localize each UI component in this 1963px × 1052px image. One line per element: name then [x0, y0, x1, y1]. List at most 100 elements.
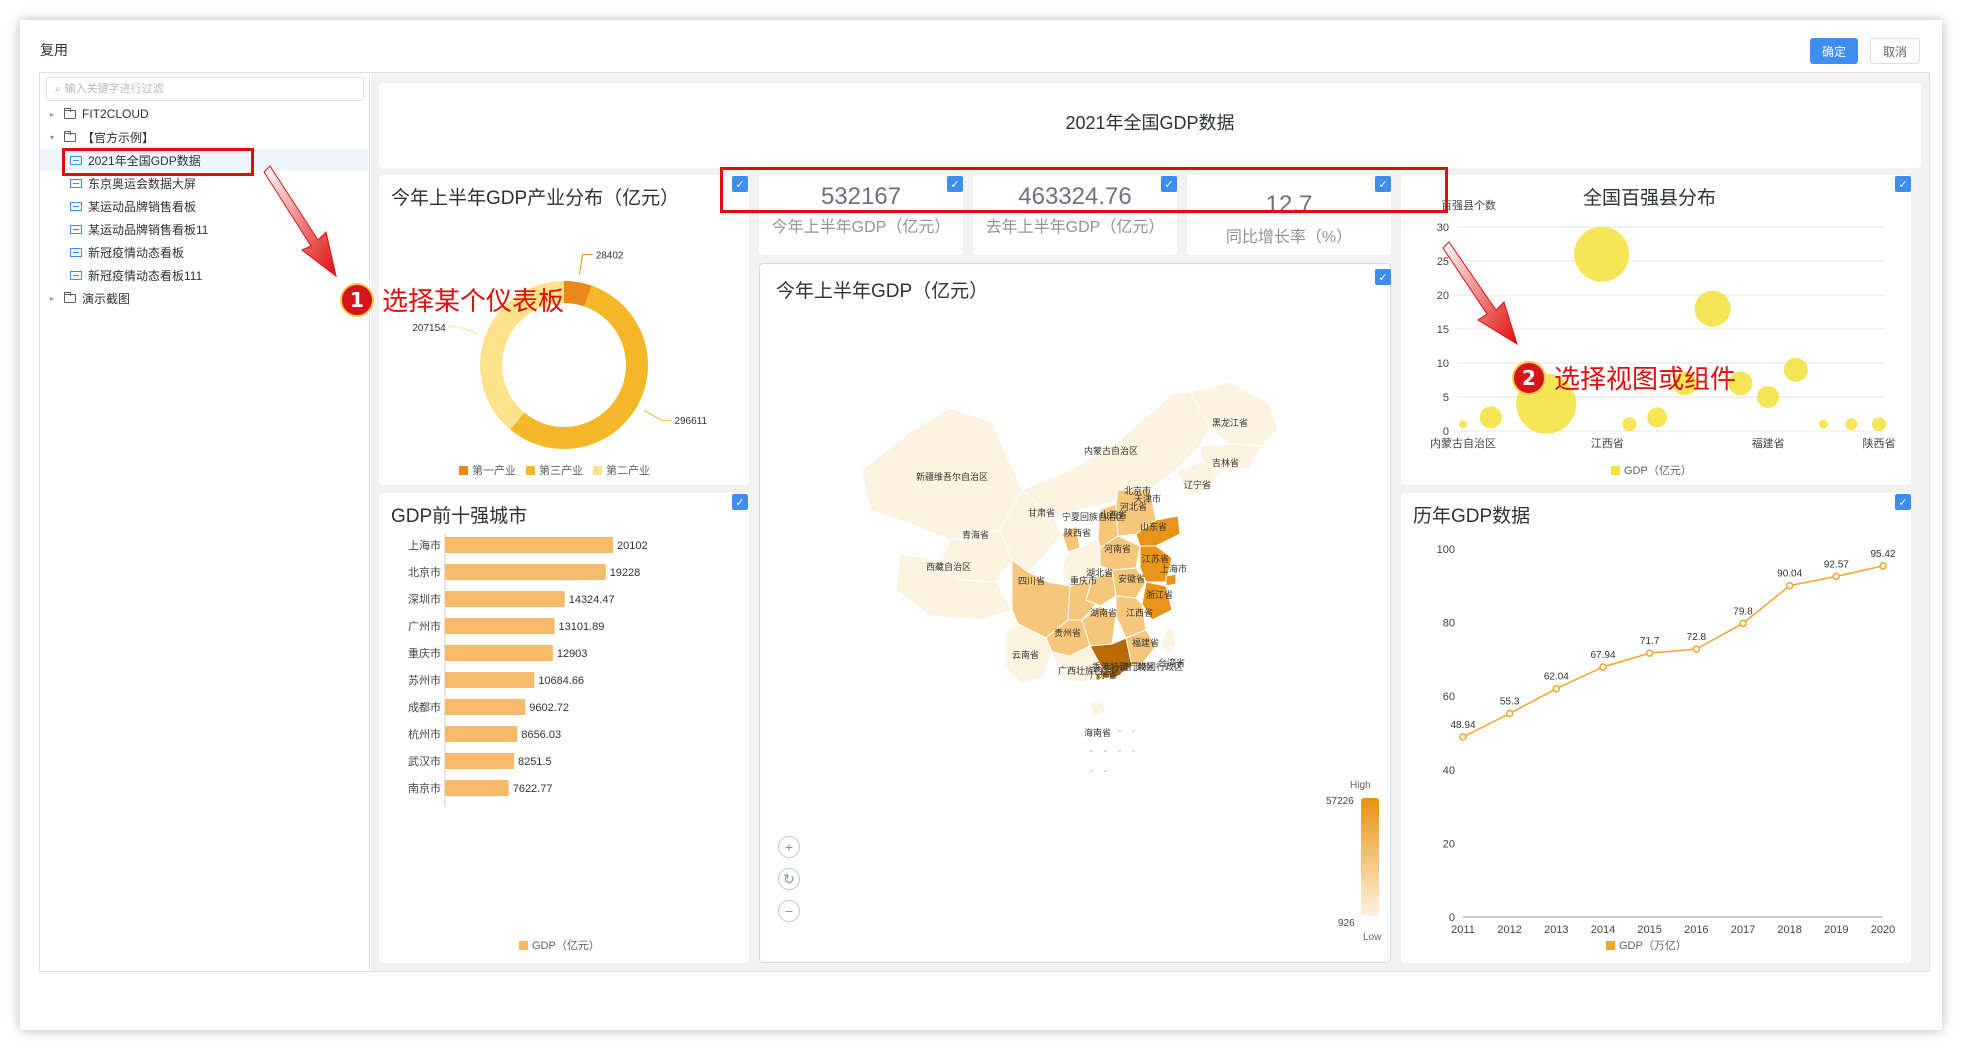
- bar: [445, 564, 606, 580]
- tree-folder[interactable]: ▸ 演示截图: [40, 287, 368, 309]
- x-tick-label: 江西省: [1591, 437, 1624, 450]
- chevron-right-icon[interactable]: ▸: [46, 294, 58, 303]
- dashboard-icon: [70, 270, 82, 280]
- bar-value-label: 19228: [610, 567, 641, 579]
- select-checkbox-icon[interactable]: ✓: [1375, 269, 1391, 285]
- dashboard-title-card[interactable]: 2021年全国GDP数据: [379, 83, 1921, 168]
- bar-value-label: 12903: [557, 648, 588, 660]
- line-value-label: 72.8: [1687, 632, 1707, 643]
- kpi-label: 今年上半年GDP（亿元）: [771, 219, 951, 236]
- dialog-title: 复用: [40, 42, 68, 58]
- tree-search-box[interactable]: ⌕: [46, 77, 364, 101]
- tree-item-label: 新冠疫情动态看板: [88, 245, 185, 260]
- line-point: [1505, 709, 1514, 718]
- cancel-button[interactable]: 取消: [1870, 38, 1920, 64]
- bar: [445, 672, 535, 688]
- tree-item-label: 东京奥运会数据大屏: [88, 176, 197, 191]
- map-region-label: 江西省: [1126, 607, 1153, 618]
- legend-swatch: [526, 465, 535, 475]
- line-value-label: 67.94: [1590, 650, 1615, 661]
- select-checkbox-icon[interactable]: ✓: [1895, 176, 1911, 192]
- map-region-label: 浙江省: [1146, 589, 1173, 600]
- bar-category-label: 南京市: [408, 781, 441, 795]
- tree-folder[interactable]: ▸ FIT2CLOUD: [40, 103, 368, 125]
- visual-map-low-label: Low: [1363, 932, 1382, 943]
- dashboard-title: 2021年全国GDP数据: [1065, 113, 1235, 133]
- pie-label-line: [448, 326, 478, 335]
- bar: [445, 537, 613, 553]
- dashboard-icon: [70, 224, 82, 234]
- chevron-down-icon[interactable]: ▾: [46, 133, 58, 142]
- top-cities-card[interactable]: GDP前十强城市 上海市 20102 北京市 19228 深圳市 14324.47 广州市 1…: [379, 493, 749, 963]
- y-tick-label: 20: [1443, 838, 1455, 850]
- tree-dashboard-item[interactable]: 某运动品牌销售看板: [40, 195, 368, 217]
- bar: [445, 618, 555, 634]
- bar: [445, 645, 553, 661]
- folder-icon: [64, 107, 76, 119]
- scatter-point: [1574, 226, 1630, 282]
- bar-category-label: 广州市: [408, 619, 441, 633]
- tree-dashboard-item[interactable]: 新冠疫情动态看板111: [40, 264, 368, 286]
- tree-dashboard-item[interactable]: 某运动品牌销售看板11: [40, 218, 368, 240]
- line-point: [1739, 619, 1747, 628]
- chevron-right-icon[interactable]: ▸: [46, 110, 58, 119]
- bar-value-label: 8656.03: [521, 729, 561, 741]
- china-map[interactable]: 黑龙江省吉林省辽宁省内蒙古自治区新疆维吾尔自治区甘肃省 宁夏回族自治区青海省西藏自…: [760, 264, 1392, 964]
- scatter-point: [1783, 357, 1808, 382]
- x-tick-label: 2020: [1871, 924, 1895, 936]
- highlight-selected-dashboard: [62, 148, 254, 176]
- map-region-label: 黑龙江省: [1212, 417, 1248, 428]
- reset-zoom-icon[interactable]: ↻: [778, 868, 800, 890]
- map-region-label: 山东省: [1140, 521, 1167, 532]
- visual-map-min: 926: [1338, 918, 1355, 929]
- line-value-label: 55.3: [1500, 696, 1520, 707]
- scatter-point: [1757, 386, 1780, 408]
- bar-value-label: 8251.5: [518, 756, 552, 768]
- x-tick-label: 2016: [1684, 924, 1708, 936]
- y-tick-label: 0: [1443, 426, 1449, 438]
- map-region-label: 湖北省: [1086, 567, 1113, 578]
- scatter-point: [1459, 420, 1467, 429]
- line-value-label: 92.57: [1824, 559, 1849, 570]
- map-region-label: 青海省: [962, 529, 989, 540]
- pie-label-line: [643, 409, 672, 421]
- pie-slice-label: 296611: [674, 416, 707, 427]
- tree-folder[interactable]: ▾ 【官方示例】: [40, 126, 368, 148]
- legend-swatch: [1611, 465, 1620, 475]
- highlight-kpi-row: [720, 167, 1448, 213]
- pie-slice-label: 28402: [596, 251, 624, 262]
- map-region-label: 新疆维吾尔自治区: [916, 471, 988, 482]
- select-checkbox-icon[interactable]: ✓: [1895, 494, 1911, 510]
- map-region-label: 河北省: [1120, 501, 1147, 512]
- visual-map-gradient[interactable]: [1361, 798, 1379, 916]
- legend-label: 第二产业: [606, 465, 650, 477]
- yearly-gdp-card[interactable]: 历年GDP数据 0 20 40 60 80 100 48.94 2011 55.3 2012 62.…: [1401, 493, 1911, 963]
- confirm-button[interactable]: 确定: [1810, 38, 1858, 64]
- bar: [445, 726, 518, 742]
- pie-slice-label: 207154: [412, 323, 446, 334]
- line-legend: GDP（万亿）: [1606, 937, 1687, 953]
- map-region: [1161, 627, 1177, 655]
- bar-chart: 上海市 20102 北京市 19228 深圳市 14324.47 广州市 13101.89 重庆…: [408, 533, 648, 807]
- pie-legend: 第一产业 第三产业 第二产业: [459, 462, 650, 478]
- bar-category-label: 成都市: [408, 700, 441, 714]
- gdp-map-card[interactable]: 今年上半年GDP（亿元） 黑龙江省 吉林省 辽宁省 内蒙古自治区 新疆维吾尔自治区 甘肃省…: [759, 263, 1391, 963]
- tree-item-label: 演示截图: [82, 291, 131, 306]
- line-series: [1462, 565, 1884, 738]
- kpi-label: 去年上半年GDP（亿元）: [985, 219, 1165, 236]
- tree-search-input[interactable]: [64, 83, 345, 95]
- select-checkbox-icon[interactable]: ✓: [732, 494, 748, 510]
- x-tick-label: 内蒙古自治区: [1430, 436, 1496, 450]
- top-counties-card[interactable]: 全国百强县分布 百强县个数 0 5 10 15 20 25 30 内蒙古自治区 江西省 福建省 陕西…: [1401, 175, 1911, 485]
- tree-item-label: 【官方示例】: [82, 130, 155, 145]
- industry-distribution-card[interactable]: 今年上半年GDP产业分布（亿元） 28402 296611 207154 第一产业 …: [379, 175, 749, 485]
- line-point: [1785, 581, 1794, 590]
- zoom-in-icon[interactable]: +: [778, 836, 800, 858]
- map-region-label: 江苏省: [1142, 553, 1169, 564]
- tree-dashboard-item[interactable]: 新冠疫情动态看板: [40, 241, 368, 263]
- pie-chart: 28402 296611 207154: [412, 251, 708, 449]
- search-icon: ⌕: [55, 83, 61, 95]
- island-mark: [1104, 770, 1107, 772]
- x-tick-label: 福建省: [1752, 436, 1785, 450]
- zoom-out-icon[interactable]: −: [778, 900, 800, 922]
